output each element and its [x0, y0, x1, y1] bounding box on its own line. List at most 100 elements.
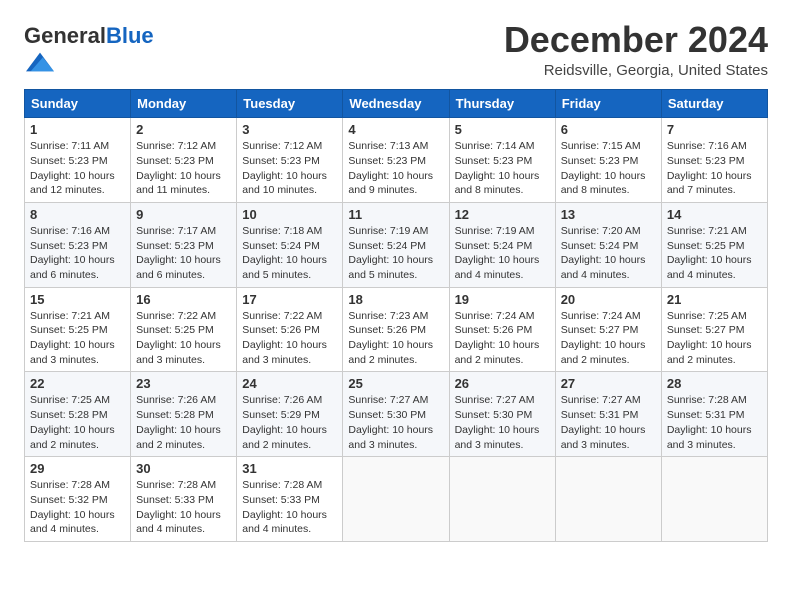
cell-line: Daylight: 10 hours [30, 423, 125, 438]
calendar-cell [555, 457, 661, 542]
cell-line: and 11 minutes. [136, 183, 231, 198]
cell-line: Daylight: 10 hours [667, 253, 762, 268]
cell-line: Sunset: 5:24 PM [561, 239, 656, 254]
calendar-cell: 19Sunrise: 7:24 AMSunset: 5:26 PMDayligh… [449, 287, 555, 372]
cell-line: Sunrise: 7:11 AM [30, 139, 125, 154]
cell-line: and 3 minutes. [30, 353, 125, 368]
cell-line: Sunrise: 7:22 AM [136, 309, 231, 324]
cell-line: and 7 minutes. [667, 183, 762, 198]
month-title: December 2024 [504, 20, 768, 60]
cell-line: Daylight: 10 hours [348, 423, 443, 438]
week-row-5: 29Sunrise: 7:28 AMSunset: 5:32 PMDayligh… [25, 457, 768, 542]
cell-line: Daylight: 10 hours [136, 508, 231, 523]
cell-line: Daylight: 10 hours [30, 508, 125, 523]
calendar-cell: 10Sunrise: 7:18 AMSunset: 5:24 PMDayligh… [237, 202, 343, 287]
weekday-sunday: Sunday [25, 90, 131, 118]
cell-line: and 10 minutes. [242, 183, 337, 198]
day-number: 5 [455, 122, 550, 137]
day-number: 23 [136, 376, 231, 391]
calendar-cell: 2Sunrise: 7:12 AMSunset: 5:23 PMDaylight… [131, 118, 237, 203]
calendar-cell: 18Sunrise: 7:23 AMSunset: 5:26 PMDayligh… [343, 287, 449, 372]
calendar-cell: 14 Sunrise: 7:21 AMSunset: 5:25 PMDayligh… [661, 202, 767, 287]
cell-line: Daylight: 10 hours [667, 423, 762, 438]
location: Reidsville, Georgia, United States [504, 62, 768, 79]
week-row-4: 22Sunrise: 7:25 AMSunset: 5:28 PMDayligh… [25, 372, 768, 457]
calendar-cell: 27Sunrise: 7:27 AMSunset: 5:31 PMDayligh… [555, 372, 661, 457]
day-number: 3 [242, 122, 337, 137]
cell-line: Sunrise: 7:21 AM [667, 224, 762, 239]
calendar-cell: 6Sunrise: 7:15 AMSunset: 5:23 PMDaylight… [555, 118, 661, 203]
cell-line: and 12 minutes. [30, 183, 125, 198]
cell-line: Sunset: 5:23 PM [136, 239, 231, 254]
day-number: 17 [242, 292, 337, 307]
day-number: 9 [136, 207, 231, 222]
cell-line: Daylight: 10 hours [667, 169, 762, 184]
calendar-cell: 8Sunrise: 7:16 AMSunset: 5:23 PMDaylight… [25, 202, 131, 287]
cell-line: Sunset: 5:23 PM [561, 154, 656, 169]
logo-blue-text: Blue [106, 23, 154, 48]
cell-line: and 6 minutes. [30, 268, 125, 283]
cell-line: and 6 minutes. [136, 268, 231, 283]
cell-line: Daylight: 10 hours [242, 338, 337, 353]
cell-line: Daylight: 10 hours [136, 253, 231, 268]
cell-line: Sunset: 5:25 PM [667, 239, 762, 254]
cell-line: Sunrise: 7:20 AM [561, 224, 656, 239]
calendar-cell: 26Sunrise: 7:27 AMSunset: 5:30 PMDayligh… [449, 372, 555, 457]
day-number: 24 [242, 376, 337, 391]
cell-line: Daylight: 10 hours [455, 338, 550, 353]
cell-line: Daylight: 10 hours [348, 169, 443, 184]
day-number: 4 [348, 122, 443, 137]
calendar-cell: 11Sunrise: 7:19 AMSunset: 5:24 PMDayligh… [343, 202, 449, 287]
cell-line: Daylight: 10 hours [136, 423, 231, 438]
cell-line: Sunrise: 7:18 AM [242, 224, 337, 239]
cell-line: Sunset: 5:26 PM [455, 323, 550, 338]
cell-line: Daylight: 10 hours [242, 169, 337, 184]
logo-icon [26, 48, 54, 76]
cell-line: and 3 minutes. [242, 353, 337, 368]
header: GeneralBlue December 2024 Reidsville, Ge… [24, 20, 768, 81]
cell-line: Sunset: 5:28 PM [30, 408, 125, 423]
cell-line: Sunrise: 7:25 AM [30, 393, 125, 408]
cell-line: Sunrise: 7:24 AM [561, 309, 656, 324]
cell-line: Sunrise: 7:27 AM [348, 393, 443, 408]
cell-line: Daylight: 10 hours [561, 423, 656, 438]
cell-line: Sunset: 5:30 PM [455, 408, 550, 423]
cell-line: Daylight: 10 hours [30, 338, 125, 353]
cell-line: Sunrise: 7:26 AM [242, 393, 337, 408]
cell-line: and 4 minutes. [242, 522, 337, 537]
cell-line: Sunrise: 7:16 AM [667, 139, 762, 154]
calendar-cell: 5Sunrise: 7:14 AMSunset: 5:23 PMDaylight… [449, 118, 555, 203]
cell-line: Sunset: 5:23 PM [348, 154, 443, 169]
day-number: 31 [242, 461, 337, 476]
calendar-cell: 21Sunrise: 7:25 AMSunset: 5:27 PMDayligh… [661, 287, 767, 372]
page-container: GeneralBlue December 2024 Reidsville, Ge… [24, 20, 768, 542]
cell-line: Daylight: 10 hours [136, 338, 231, 353]
calendar-cell [661, 457, 767, 542]
calendar-cell: 30Sunrise: 7:28 AMSunset: 5:33 PMDayligh… [131, 457, 237, 542]
cell-line: and 9 minutes. [348, 183, 443, 198]
weekday-tuesday: Tuesday [237, 90, 343, 118]
calendar-cell: 4 Sunrise: 7:13 AMSunset: 5:23 PMDaylight… [343, 118, 449, 203]
day-number: 14 [667, 207, 762, 222]
cell-line: Sunrise: 7:13 AM [348, 139, 443, 154]
day-number: 25 [348, 376, 443, 391]
cell-line: Sunrise: 7:15 AM [561, 139, 656, 154]
cell-line: Sunset: 5:32 PM [30, 493, 125, 508]
cell-line: and 4 minutes. [667, 268, 762, 283]
calendar-cell: 25Sunrise: 7:27 AMSunset: 5:30 PMDayligh… [343, 372, 449, 457]
cell-line: and 2 minutes. [561, 353, 656, 368]
cell-line: Daylight: 10 hours [561, 253, 656, 268]
cell-line: Daylight: 10 hours [667, 338, 762, 353]
calendar-cell: 29Sunrise: 7:28 AMSunset: 5:32 PMDayligh… [25, 457, 131, 542]
cell-line: Sunset: 5:31 PM [561, 408, 656, 423]
cell-line: Sunrise: 7:27 AM [561, 393, 656, 408]
cell-line: Sunset: 5:26 PM [348, 323, 443, 338]
weekday-friday: Friday [555, 90, 661, 118]
cell-line: Sunset: 5:24 PM [348, 239, 443, 254]
cell-line: Sunset: 5:25 PM [136, 323, 231, 338]
day-number: 21 [667, 292, 762, 307]
cell-line: Sunset: 5:24 PM [455, 239, 550, 254]
cell-line: Daylight: 10 hours [242, 508, 337, 523]
day-number: 7 [667, 122, 762, 137]
cell-line: Sunset: 5:23 PM [242, 154, 337, 169]
